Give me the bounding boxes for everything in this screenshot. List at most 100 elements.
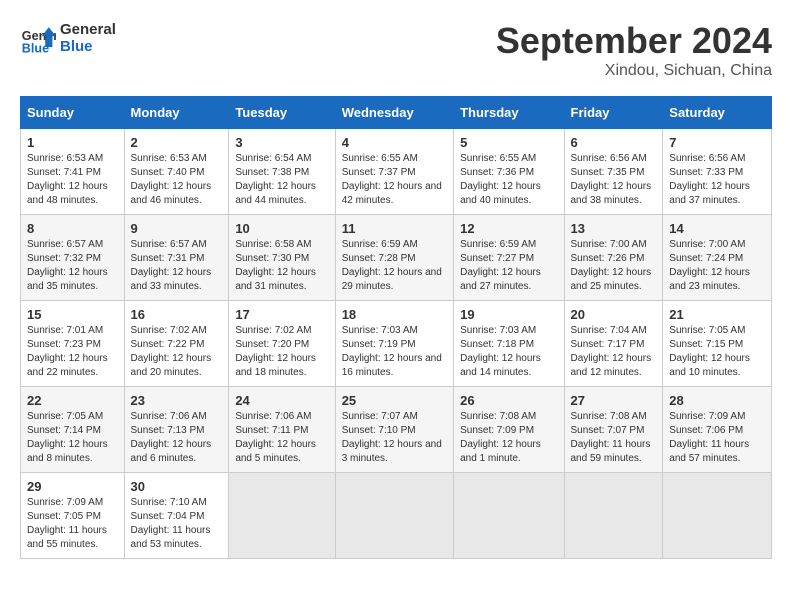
calendar-cell <box>454 473 564 559</box>
day-number: 23 <box>131 393 223 408</box>
logo-general: General <box>60 21 116 38</box>
day-number: 13 <box>571 221 657 236</box>
day-detail: Sunrise: 6:59 AMSunset: 7:28 PMDaylight:… <box>342 239 442 292</box>
calendar-table: SundayMondayTuesdayWednesdayThursdayFrid… <box>20 96 772 559</box>
calendar-week-5: 29 Sunrise: 7:09 AMSunset: 7:05 PMDaylig… <box>21 473 772 559</box>
day-number: 24 <box>235 393 328 408</box>
day-detail: Sunrise: 7:01 AMSunset: 7:23 PMDaylight:… <box>27 325 108 378</box>
calendar-cell: 14 Sunrise: 7:00 AMSunset: 7:24 PMDaylig… <box>663 215 772 301</box>
day-detail: Sunrise: 6:55 AMSunset: 7:36 PMDaylight:… <box>460 153 541 206</box>
day-number: 3 <box>235 135 328 150</box>
day-detail: Sunrise: 6:56 AMSunset: 7:35 PMDaylight:… <box>571 153 652 206</box>
calendar-cell: 24 Sunrise: 7:06 AMSunset: 7:11 PMDaylig… <box>229 387 335 473</box>
weekday-header-monday: Monday <box>124 97 229 129</box>
day-number: 17 <box>235 307 328 322</box>
calendar-cell: 30 Sunrise: 7:10 AMSunset: 7:04 PMDaylig… <box>124 473 229 559</box>
calendar-header-row: SundayMondayTuesdayWednesdayThursdayFrid… <box>21 97 772 129</box>
calendar-cell: 12 Sunrise: 6:59 AMSunset: 7:27 PMDaylig… <box>454 215 564 301</box>
day-detail: Sunrise: 6:54 AMSunset: 7:38 PMDaylight:… <box>235 153 316 206</box>
day-number: 8 <box>27 221 118 236</box>
svg-text:Blue: Blue <box>22 41 49 55</box>
calendar-cell: 1 Sunrise: 6:53 AMSunset: 7:41 PMDayligh… <box>21 129 125 215</box>
calendar-week-2: 8 Sunrise: 6:57 AMSunset: 7:32 PMDayligh… <box>21 215 772 301</box>
day-number: 11 <box>342 221 447 236</box>
logo-blue: Blue <box>60 38 116 55</box>
day-detail: Sunrise: 6:55 AMSunset: 7:37 PMDaylight:… <box>342 153 442 206</box>
calendar-cell <box>663 473 772 559</box>
day-number: 4 <box>342 135 447 150</box>
calendar-cell: 19 Sunrise: 7:03 AMSunset: 7:18 PMDaylig… <box>454 301 564 387</box>
day-detail: Sunrise: 6:57 AMSunset: 7:31 PMDaylight:… <box>131 239 212 292</box>
calendar-cell: 10 Sunrise: 6:58 AMSunset: 7:30 PMDaylig… <box>229 215 335 301</box>
day-detail: Sunrise: 6:53 AMSunset: 7:41 PMDaylight:… <box>27 153 108 206</box>
day-detail: Sunrise: 7:03 AMSunset: 7:18 PMDaylight:… <box>460 325 541 378</box>
day-detail: Sunrise: 7:03 AMSunset: 7:19 PMDaylight:… <box>342 325 442 378</box>
day-detail: Sunrise: 6:53 AMSunset: 7:40 PMDaylight:… <box>131 153 212 206</box>
calendar-cell: 4 Sunrise: 6:55 AMSunset: 7:37 PMDayligh… <box>335 129 453 215</box>
day-number: 28 <box>669 393 765 408</box>
day-number: 2 <box>131 135 223 150</box>
calendar-week-4: 22 Sunrise: 7:05 AMSunset: 7:14 PMDaylig… <box>21 387 772 473</box>
day-detail: Sunrise: 6:57 AMSunset: 7:32 PMDaylight:… <box>27 239 108 292</box>
day-detail: Sunrise: 7:09 AMSunset: 7:06 PMDaylight:… <box>669 411 749 464</box>
day-number: 9 <box>131 221 223 236</box>
calendar-cell: 18 Sunrise: 7:03 AMSunset: 7:19 PMDaylig… <box>335 301 453 387</box>
calendar-cell: 5 Sunrise: 6:55 AMSunset: 7:36 PMDayligh… <box>454 129 564 215</box>
weekday-header-tuesday: Tuesday <box>229 97 335 129</box>
day-number: 12 <box>460 221 557 236</box>
calendar-cell: 26 Sunrise: 7:08 AMSunset: 7:09 PMDaylig… <box>454 387 564 473</box>
day-detail: Sunrise: 7:09 AMSunset: 7:05 PMDaylight:… <box>27 497 107 550</box>
weekday-header-saturday: Saturday <box>663 97 772 129</box>
calendar-cell: 28 Sunrise: 7:09 AMSunset: 7:06 PMDaylig… <box>663 387 772 473</box>
calendar-cell: 13 Sunrise: 7:00 AMSunset: 7:26 PMDaylig… <box>564 215 663 301</box>
day-detail: Sunrise: 6:58 AMSunset: 7:30 PMDaylight:… <box>235 239 316 292</box>
calendar-cell: 15 Sunrise: 7:01 AMSunset: 7:23 PMDaylig… <box>21 301 125 387</box>
calendar-week-1: 1 Sunrise: 6:53 AMSunset: 7:41 PMDayligh… <box>21 129 772 215</box>
day-number: 14 <box>669 221 765 236</box>
calendar-cell: 29 Sunrise: 7:09 AMSunset: 7:05 PMDaylig… <box>21 473 125 559</box>
day-detail: Sunrise: 7:00 AMSunset: 7:26 PMDaylight:… <box>571 239 652 292</box>
day-detail: Sunrise: 6:59 AMSunset: 7:27 PMDaylight:… <box>460 239 541 292</box>
weekday-header-sunday: Sunday <box>21 97 125 129</box>
day-detail: Sunrise: 7:02 AMSunset: 7:22 PMDaylight:… <box>131 325 212 378</box>
title-section: September 2024 Xindou, Sichuan, China <box>496 20 772 80</box>
calendar-cell <box>335 473 453 559</box>
day-number: 21 <box>669 307 765 322</box>
calendar-cell: 17 Sunrise: 7:02 AMSunset: 7:20 PMDaylig… <box>229 301 335 387</box>
day-number: 19 <box>460 307 557 322</box>
calendar-cell: 3 Sunrise: 6:54 AMSunset: 7:38 PMDayligh… <box>229 129 335 215</box>
location: Xindou, Sichuan, China <box>496 62 772 80</box>
calendar-cell: 7 Sunrise: 6:56 AMSunset: 7:33 PMDayligh… <box>663 129 772 215</box>
day-number: 27 <box>571 393 657 408</box>
weekday-header-thursday: Thursday <box>454 97 564 129</box>
calendar-cell: 21 Sunrise: 7:05 AMSunset: 7:15 PMDaylig… <box>663 301 772 387</box>
day-detail: Sunrise: 7:05 AMSunset: 7:14 PMDaylight:… <box>27 411 108 464</box>
calendar-cell: 23 Sunrise: 7:06 AMSunset: 7:13 PMDaylig… <box>124 387 229 473</box>
day-detail: Sunrise: 7:05 AMSunset: 7:15 PMDaylight:… <box>669 325 750 378</box>
day-detail: Sunrise: 7:02 AMSunset: 7:20 PMDaylight:… <box>235 325 316 378</box>
day-number: 16 <box>131 307 223 322</box>
calendar-cell: 25 Sunrise: 7:07 AMSunset: 7:10 PMDaylig… <box>335 387 453 473</box>
calendar-cell: 27 Sunrise: 7:08 AMSunset: 7:07 PMDaylig… <box>564 387 663 473</box>
calendar-cell: 16 Sunrise: 7:02 AMSunset: 7:22 PMDaylig… <box>124 301 229 387</box>
day-detail: Sunrise: 7:08 AMSunset: 7:07 PMDaylight:… <box>571 411 651 464</box>
day-number: 7 <box>669 135 765 150</box>
logo-icon: General Blue <box>20 20 56 56</box>
weekday-header-wednesday: Wednesday <box>335 97 453 129</box>
day-number: 10 <box>235 221 328 236</box>
day-number: 20 <box>571 307 657 322</box>
day-number: 1 <box>27 135 118 150</box>
calendar-cell <box>564 473 663 559</box>
day-detail: Sunrise: 6:56 AMSunset: 7:33 PMDaylight:… <box>669 153 750 206</box>
calendar-cell <box>229 473 335 559</box>
day-detail: Sunrise: 7:07 AMSunset: 7:10 PMDaylight:… <box>342 411 442 464</box>
month-title: September 2024 <box>496 20 772 62</box>
day-number: 22 <box>27 393 118 408</box>
calendar-cell: 22 Sunrise: 7:05 AMSunset: 7:14 PMDaylig… <box>21 387 125 473</box>
day-number: 25 <box>342 393 447 408</box>
logo: General Blue General Blue <box>20 20 116 56</box>
calendar-cell: 2 Sunrise: 6:53 AMSunset: 7:40 PMDayligh… <box>124 129 229 215</box>
day-number: 29 <box>27 479 118 494</box>
day-number: 6 <box>571 135 657 150</box>
day-detail: Sunrise: 7:04 AMSunset: 7:17 PMDaylight:… <box>571 325 652 378</box>
